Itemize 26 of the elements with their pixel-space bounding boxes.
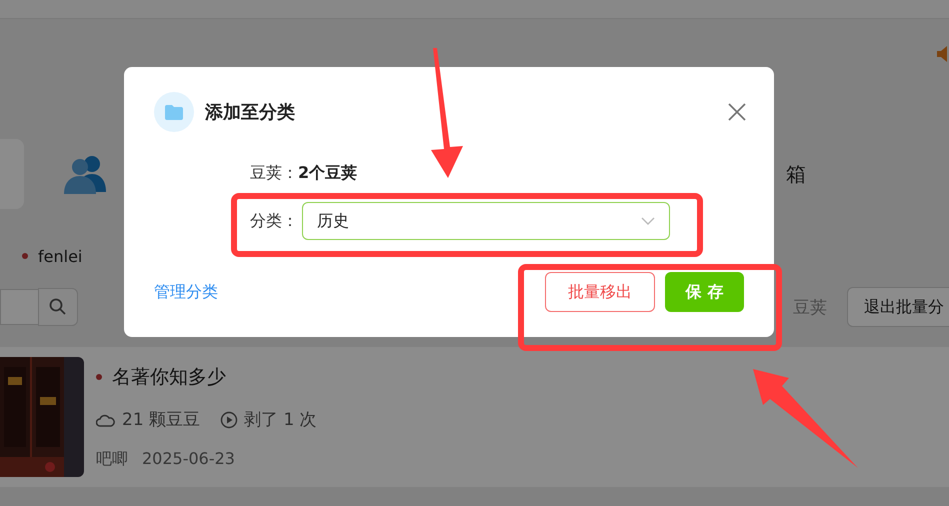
status-dot — [22, 253, 28, 259]
date-text: 2025-06-23 — [142, 449, 235, 470]
author-name: 吧唧 — [96, 449, 128, 470]
chevron-icon — [641, 217, 655, 225]
play-icon — [220, 410, 238, 428]
category-tag[interactable]: fenlei — [38, 246, 82, 266]
exit-batch-button[interactable]: 退出批量分 — [847, 287, 949, 327]
category-label: 分类： — [250, 210, 298, 232]
bean-count: 21 颗豆豆 — [122, 409, 200, 431]
search-button[interactable] — [38, 288, 78, 326]
close-button[interactable] — [726, 101, 748, 123]
pods-label: 豆荚： — [250, 163, 298, 184]
category-select[interactable]: 历史 — [302, 202, 670, 240]
dialog-title: 添加至分类 — [205, 101, 295, 124]
remove-button[interactable]: 批量移出 — [545, 272, 655, 312]
item-title[interactable]: 名著你知多少 — [112, 364, 226, 390]
folder-icon — [154, 92, 194, 132]
search-icon — [49, 298, 67, 316]
nav-label[interactable]: 箱 — [786, 160, 806, 188]
play-count: 剥了 1 次 — [244, 409, 317, 431]
speaker-icon[interactable] — [937, 45, 949, 63]
pods-value: 2个豆荚 — [298, 163, 358, 184]
manage-categories-link[interactable]: 管理分类 — [154, 282, 218, 302]
users-icon — [64, 154, 106, 194]
status-dot — [96, 374, 102, 380]
search-field[interactable] — [0, 289, 38, 325]
